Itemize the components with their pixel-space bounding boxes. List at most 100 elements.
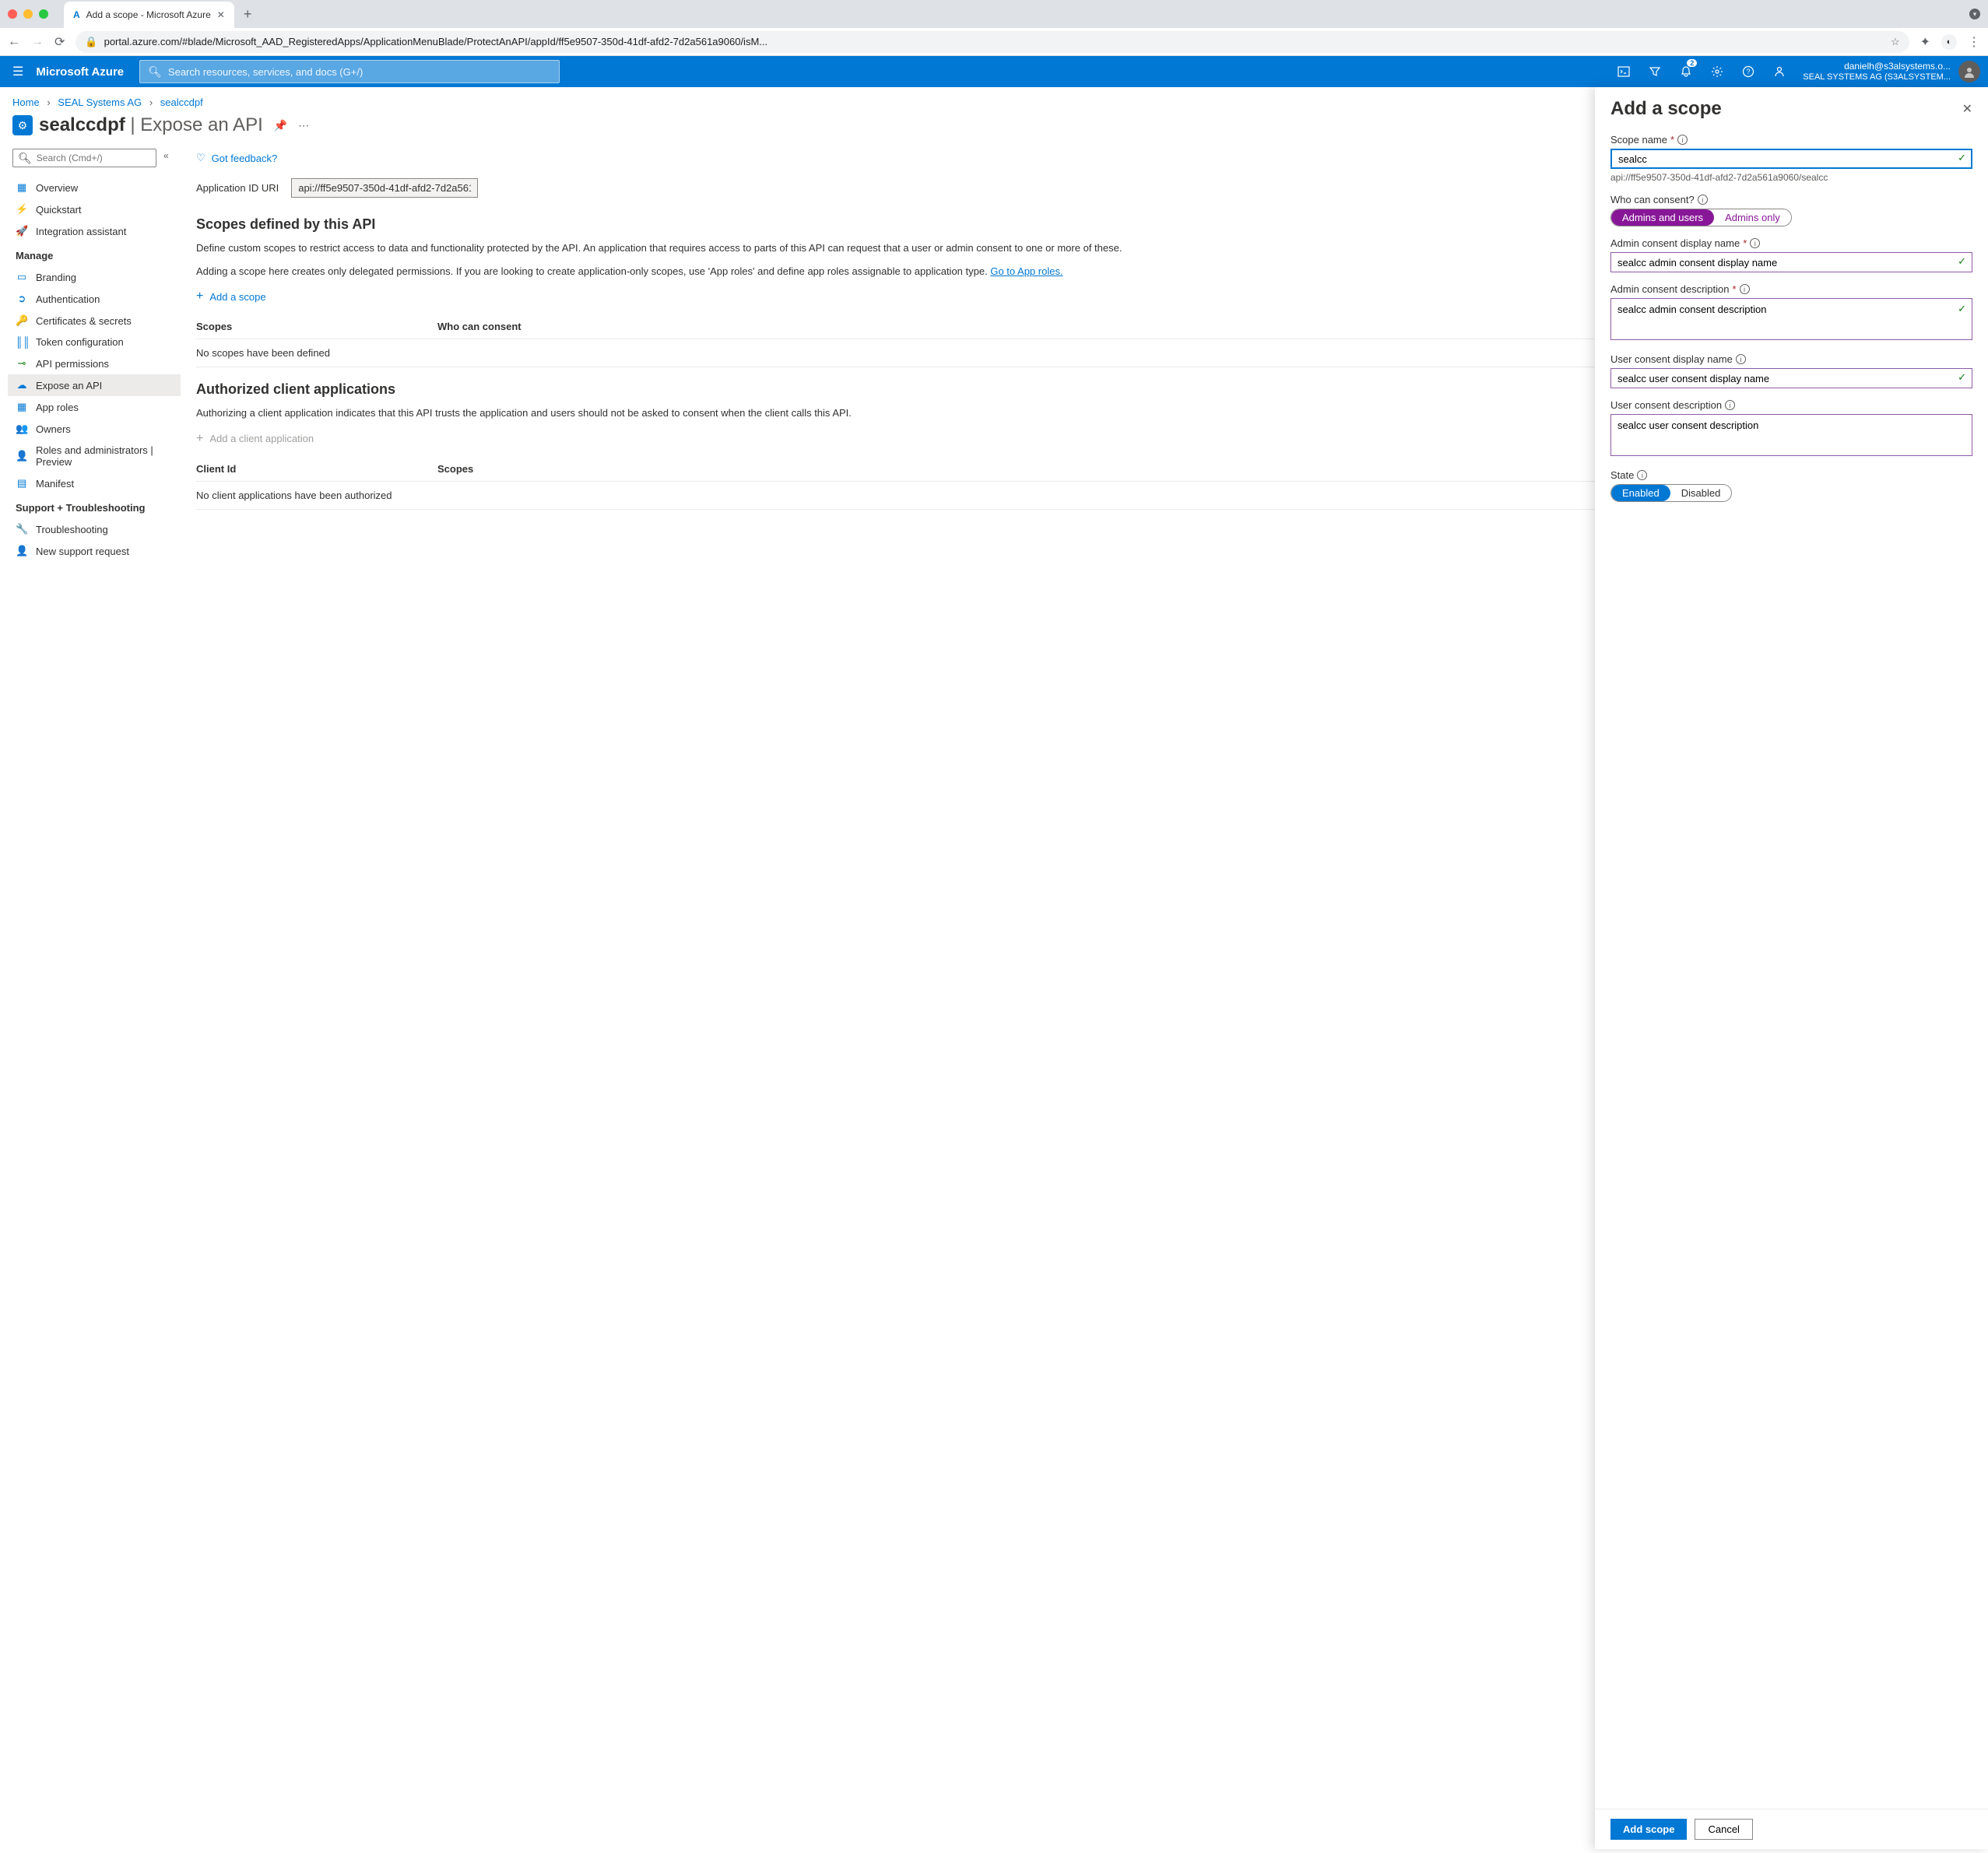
sidebar-item-token-config[interactable]: ║║Token configuration bbox=[8, 332, 181, 353]
close-tab-icon[interactable]: ✕ bbox=[217, 9, 225, 20]
state-enabled[interactable]: Enabled bbox=[1611, 485, 1670, 501]
breadcrumb-app[interactable]: sealccdpf bbox=[160, 97, 203, 108]
collapse-sidebar-icon[interactable]: « bbox=[163, 150, 169, 161]
cloud-shell-icon[interactable] bbox=[1608, 56, 1639, 87]
consent-toggle: Admins and users Admins only bbox=[1610, 209, 1792, 226]
user-display-label: User consent display name bbox=[1610, 353, 1733, 365]
user-display-input[interactable] bbox=[1610, 368, 1972, 388]
avatar[interactable] bbox=[1958, 61, 1980, 82]
back-button[interactable]: ← bbox=[8, 35, 20, 49]
consent-admins-users[interactable]: Admins and users bbox=[1611, 209, 1714, 226]
admin-display-input[interactable] bbox=[1610, 252, 1972, 272]
scope-name-input[interactable] bbox=[1610, 149, 1972, 169]
info-icon[interactable]: i bbox=[1736, 354, 1746, 364]
info-icon[interactable]: i bbox=[1637, 470, 1647, 480]
page-title: sealccdpf | Expose an API bbox=[39, 114, 263, 136]
sidebar-item-api-permissions[interactable]: ⊸API permissions bbox=[8, 353, 181, 374]
section-name: Expose an API bbox=[140, 114, 262, 135]
sidebar-item-new-support[interactable]: 👤New support request bbox=[8, 540, 181, 562]
sidebar-item-integration[interactable]: 🚀Integration assistant bbox=[8, 220, 181, 242]
info-icon[interactable]: i bbox=[1698, 195, 1708, 205]
wrench-icon: 🔧 bbox=[16, 523, 28, 535]
browser-tab-strip: A Add a scope - Microsoft Azure ✕ + ▾ bbox=[0, 0, 1988, 28]
sidebar-item-app-roles[interactable]: ▦App roles bbox=[8, 396, 181, 418]
scopes-col-consent: Who can consent bbox=[437, 321, 522, 332]
info-icon[interactable]: i bbox=[1677, 135, 1688, 145]
search-icon: 🔍︎ bbox=[18, 152, 32, 165]
address-bar[interactable]: 🔒 portal.azure.com/#blade/Microsoft_AAD_… bbox=[76, 31, 1909, 53]
sidebar-item-overview[interactable]: ▦Overview bbox=[8, 177, 181, 198]
close-panel-icon[interactable]: ✕ bbox=[1962, 101, 1972, 117]
sidebar-item-authentication[interactable]: ➲Authentication bbox=[8, 288, 181, 310]
help-icon[interactable]: ? bbox=[1733, 56, 1764, 87]
new-tab-button[interactable]: + bbox=[244, 6, 252, 23]
sidebar-item-expose-api[interactable]: ☁Expose an API bbox=[8, 374, 181, 396]
browser-menu-icon[interactable]: ⋮ bbox=[1968, 34, 1980, 50]
state-toggle: Enabled Disabled bbox=[1610, 484, 1732, 502]
sidebar-item-quickstart[interactable]: ⚡Quickstart bbox=[8, 198, 181, 220]
plus-icon: + bbox=[196, 432, 203, 446]
search-icon: 🔍︎ bbox=[148, 65, 162, 79]
manifest-icon: ▤ bbox=[16, 477, 28, 490]
account-org: SEAL SYSTEMS AG (S3ALSYSTEM... bbox=[1803, 72, 1951, 82]
sidebar-item-certificates[interactable]: 🔑Certificates & secrets bbox=[8, 310, 181, 332]
admin-display-label: Admin consent display name bbox=[1610, 237, 1740, 249]
owners-icon: 👥 bbox=[16, 423, 28, 435]
scope-name-label: Scope name bbox=[1610, 134, 1667, 146]
url-text: portal.azure.com/#blade/Microsoft_AAD_Re… bbox=[104, 36, 768, 47]
rocket-icon: ⚡ bbox=[16, 203, 28, 216]
breadcrumb-org[interactable]: SEAL Systems AG bbox=[58, 97, 142, 108]
sidebar-search[interactable]: 🔍︎ bbox=[12, 149, 156, 167]
minimize-window-icon[interactable] bbox=[23, 9, 33, 19]
consent-admins-only[interactable]: Admins only bbox=[1714, 209, 1791, 226]
app-icon: ⚙ bbox=[12, 115, 33, 135]
extension-badge-icon[interactable]: ◐ bbox=[1941, 34, 1957, 50]
hamburger-menu-icon[interactable]: ☰ bbox=[0, 64, 36, 79]
permissions-icon: ⊸ bbox=[16, 357, 28, 370]
account-info[interactable]: danielh@s3alsystems.o... SEAL SYSTEMS AG… bbox=[1795, 61, 1958, 82]
close-window-icon[interactable] bbox=[8, 9, 17, 19]
add-scope-button[interactable]: Add scope bbox=[1610, 1819, 1687, 1840]
key-icon: 🔑 bbox=[16, 314, 28, 327]
bookmark-icon[interactable]: ☆ bbox=[1891, 36, 1900, 48]
admin-icon: 👤 bbox=[16, 450, 28, 462]
app-id-uri-value[interactable] bbox=[291, 178, 478, 198]
breadcrumb-home[interactable]: Home bbox=[12, 97, 40, 108]
extensions-icon[interactable]: ✦ bbox=[1920, 34, 1930, 50]
feedback-icon[interactable] bbox=[1764, 56, 1795, 87]
notifications-icon[interactable]: 2 bbox=[1670, 56, 1702, 87]
sidebar-item-roles-admins[interactable]: 👤Roles and administrators | Preview bbox=[8, 440, 181, 472]
info-icon[interactable]: i bbox=[1725, 400, 1735, 410]
cancel-button[interactable]: Cancel bbox=[1695, 1819, 1752, 1840]
brand-label[interactable]: Microsoft Azure bbox=[36, 65, 139, 79]
admin-desc-input[interactable] bbox=[1610, 298, 1972, 340]
settings-icon[interactable] bbox=[1702, 56, 1733, 87]
azure-header: ☰ Microsoft Azure 🔍︎ 2 ? danielh@s3alsys… bbox=[0, 56, 1988, 87]
expose-icon: ☁ bbox=[16, 379, 28, 391]
more-icon[interactable]: ⋯ bbox=[298, 119, 309, 132]
maximize-window-icon[interactable] bbox=[39, 9, 48, 19]
directory-filter-icon[interactable] bbox=[1639, 56, 1670, 87]
info-icon[interactable]: i bbox=[1750, 238, 1760, 248]
go-to-app-roles-link[interactable]: Go to App roles. bbox=[990, 265, 1062, 277]
plus-icon: + bbox=[196, 290, 203, 304]
browser-toolbar: ← → ⟳ 🔒 portal.azure.com/#blade/Microsof… bbox=[0, 28, 1988, 56]
state-disabled[interactable]: Disabled bbox=[1670, 485, 1732, 501]
tab-title: Add a scope - Microsoft Azure bbox=[86, 9, 211, 20]
reload-button[interactable]: ⟳ bbox=[54, 34, 65, 50]
sidebar-search-input[interactable] bbox=[37, 153, 151, 163]
sidebar-item-troubleshooting[interactable]: 🔧Troubleshooting bbox=[8, 518, 181, 540]
sidebar: 🔍︎ « ▦Overview ⚡Quickstart 🚀Integration … bbox=[0, 146, 181, 1853]
sidebar-item-manifest[interactable]: ▤Manifest bbox=[8, 472, 181, 494]
user-desc-input[interactable] bbox=[1610, 414, 1972, 456]
info-icon[interactable]: i bbox=[1740, 284, 1750, 294]
browser-tab[interactable]: A Add a scope - Microsoft Azure ✕ bbox=[64, 2, 234, 28]
sidebar-item-branding[interactable]: ▭Branding bbox=[8, 266, 181, 288]
global-search-input[interactable] bbox=[168, 66, 551, 78]
pin-icon[interactable]: 📌 bbox=[274, 119, 287, 132]
global-search[interactable]: 🔍︎ bbox=[139, 60, 560, 83]
auth-icon: ➲ bbox=[16, 293, 28, 305]
tab-list-button[interactable]: ▾ bbox=[1969, 9, 1980, 19]
notification-badge: 2 bbox=[1687, 59, 1697, 67]
sidebar-item-owners[interactable]: 👥Owners bbox=[8, 418, 181, 440]
